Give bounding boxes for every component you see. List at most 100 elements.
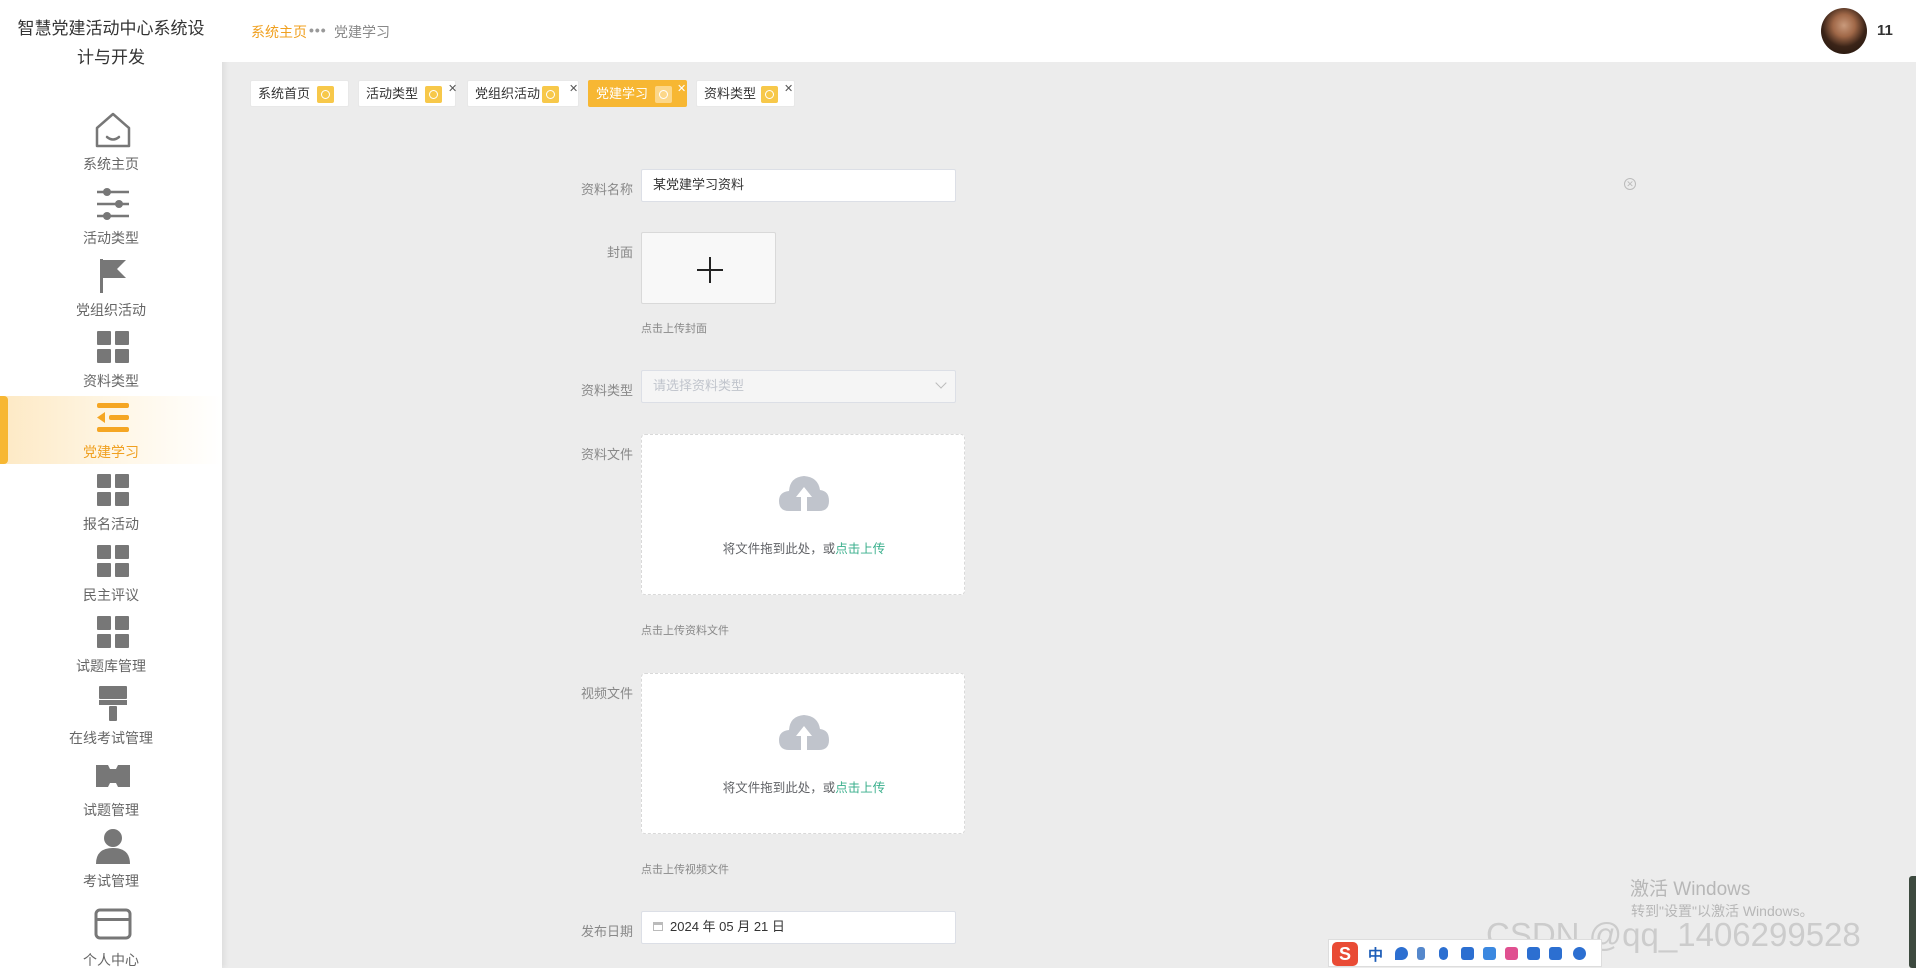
upload-link[interactable]: 点击上传: [835, 781, 885, 795]
video-hint: 点击上传视频文件: [641, 864, 729, 876]
windows-activation-title: 激活 Windows: [1630, 879, 1751, 900]
skin-icon[interactable]: [1505, 947, 1518, 960]
video-dropzone-text: 将文件拖到此处，或点击上传: [722, 781, 886, 795]
file-hint: 点击上传资料文件: [641, 625, 729, 637]
name-label: 资料名称: [580, 182, 633, 197]
breadcrumb-current: 党建学习: [334, 24, 390, 40]
game-icon[interactable]: [1527, 947, 1540, 960]
card-icon: [94, 908, 132, 940]
tab-party-study[interactable]: 党建学习 ✕: [588, 80, 687, 107]
type-select-placeholder: 请选择资料类型: [653, 378, 745, 393]
sidebar-item-label: 考试管理: [83, 873, 139, 889]
microphone-icon[interactable]: [1439, 947, 1448, 960]
sidebar-item-label: 系统主页: [83, 156, 139, 172]
clothes-icon[interactable]: [1483, 947, 1496, 960]
tab-icon: [317, 86, 334, 103]
flag-icon: [100, 259, 126, 293]
cover-label: 封面: [606, 245, 633, 260]
grid-icon: [97, 616, 129, 648]
sidebar-item-label: 在线考试管理: [69, 730, 153, 746]
date-label: 发布日期: [580, 924, 633, 939]
keyboard-icon[interactable]: [1461, 947, 1474, 960]
file-dropzone[interactable]: 将文件拖到此处，或点击上传: [641, 434, 965, 595]
ime-toolbar[interactable]: S 中: [1328, 939, 1602, 967]
sidebar-item-label: 民主评议: [83, 587, 139, 603]
sidebar-item-label: 资料类型: [83, 373, 139, 389]
cover-upload-button[interactable]: [641, 232, 776, 304]
sidebar: 智慧党建活动中心系统设计与开发 系统主页 活动类型 党组织活动 资料类型 党建学…: [0, 0, 222, 968]
plus-icon: [697, 257, 723, 283]
date-picker[interactable]: 2024 年 05 月 21 日: [641, 911, 956, 944]
sidebar-item-question-bank[interactable]: 试题库管理: [0, 610, 222, 678]
cloud-upload-icon: [779, 476, 829, 511]
tab-system-home[interactable]: 系统首页: [250, 80, 349, 107]
type-label: 资料类型: [580, 383, 633, 398]
sidebar-item-question-manage[interactable]: 试题管理: [0, 754, 222, 822]
sidebar-item-label: 个人中心: [83, 952, 139, 968]
file-dropzone-text: 将文件拖到此处，或点击上传: [722, 542, 886, 556]
side-scroll-handle[interactable]: [1909, 876, 1916, 968]
sidebar-item-party-study[interactable]: 党建学习: [0, 396, 222, 464]
clear-icon[interactable]: ✕: [1624, 178, 1636, 190]
sidebar-item-profile[interactable]: 个人中心: [0, 902, 222, 968]
sidebar-item-label: 活动类型: [83, 230, 139, 246]
apps-icon[interactable]: [1549, 947, 1562, 960]
avatar[interactable]: [1821, 8, 1867, 54]
sidebar-item-registration[interactable]: 报名活动: [0, 468, 222, 536]
ticket-icon: [96, 765, 130, 787]
calendar-icon: [653, 922, 663, 932]
sidebar-item-material-type[interactable]: 资料类型: [0, 325, 222, 393]
type-select[interactable]: 请选择资料类型: [641, 370, 956, 403]
close-icon[interactable]: ✕: [677, 77, 686, 102]
gear-icon[interactable]: [1573, 947, 1586, 960]
sliders-icon: [97, 188, 129, 220]
grid-icon: [97, 331, 129, 363]
breadcrumb-separator-icon: •••: [309, 22, 327, 38]
sidebar-item-label: 试题库管理: [76, 658, 146, 674]
user-icon: [96, 829, 130, 864]
tab-icon: [761, 86, 778, 103]
tab-icon: [655, 86, 672, 103]
date-value: 2024 年 05 月 21 日: [670, 919, 785, 934]
cover-hint: 点击上传封面: [641, 323, 707, 335]
tab-label: 活动类型: [366, 86, 419, 101]
grid-icon: [97, 545, 129, 577]
tab-label: 党建学习: [596, 86, 649, 101]
tab-material-type[interactable]: 资料类型 ✕: [696, 80, 795, 107]
grid-icon: [97, 474, 129, 506]
top-bar: 系统主页 ••• 党建学习: [222, 0, 1916, 62]
breadcrumb-home[interactable]: 系统主页: [251, 22, 307, 42]
punctuation-icon[interactable]: [1417, 947, 1425, 960]
sidebar-item-party-activity[interactable]: 党组织活动: [0, 254, 222, 322]
video-label: 视频文件: [580, 686, 633, 701]
tab-label: 系统首页: [258, 86, 311, 101]
tab-icon: [425, 86, 442, 103]
username[interactable]: 11: [1877, 22, 1893, 39]
sogou-logo-icon[interactable]: S: [1332, 942, 1358, 966]
cloud-upload-icon: [779, 715, 829, 750]
close-icon[interactable]: ✕: [569, 77, 578, 102]
name-input[interactable]: 某党建学习资料: [641, 169, 956, 202]
list-indent-icon: [97, 403, 129, 432]
video-dropzone[interactable]: 将文件拖到此处，或点击上传: [641, 673, 965, 834]
upload-link[interactable]: 点击上传: [835, 542, 885, 556]
sidebar-item-review[interactable]: 民主评议: [0, 539, 222, 607]
close-icon[interactable]: ✕: [784, 77, 793, 102]
tab-icon: [542, 86, 559, 103]
chevron-down-icon: [935, 377, 947, 389]
tab-activity-type[interactable]: 活动类型 ✕: [358, 77, 457, 107]
brush-icon: [99, 686, 127, 721]
sidebar-item-label: 党组织活动: [76, 302, 146, 318]
sidebar-item-home[interactable]: 系统主页: [0, 108, 222, 176]
file-label: 资料文件: [580, 447, 633, 462]
sidebar-item-activity-type[interactable]: 活动类型: [0, 182, 222, 250]
sidebar-item-exam-manage[interactable]: 考试管理: [0, 825, 222, 893]
sidebar-item-label: 试题管理: [83, 802, 139, 818]
moon-icon[interactable]: [1395, 947, 1408, 960]
close-icon[interactable]: ✕: [448, 77, 457, 102]
tab-party-activity[interactable]: 党组织活动 ✕: [467, 80, 579, 107]
ime-mode[interactable]: 中: [1368, 944, 1383, 965]
sidebar-item-online-exam[interactable]: 在线考试管理: [0, 682, 222, 750]
sidebar-item-label: 党建学习: [83, 444, 139, 460]
sidebar-item-label: 报名活动: [83, 516, 139, 532]
